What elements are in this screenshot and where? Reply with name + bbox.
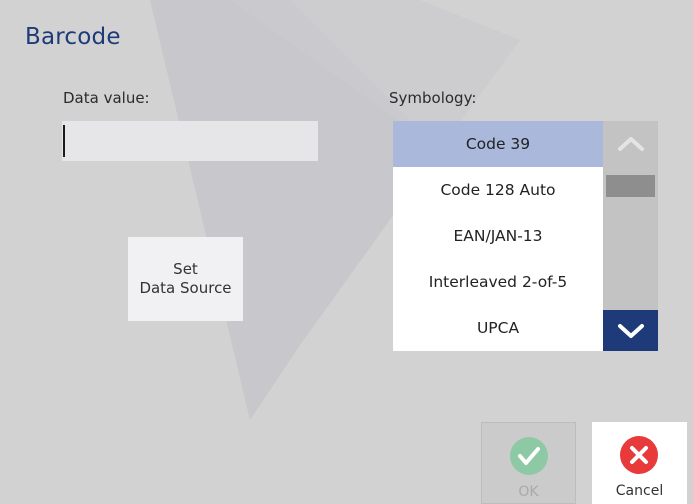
chevron-down-icon: [617, 323, 644, 338]
dialog-title: Barcode: [25, 24, 121, 50]
scroll-up-button[interactable]: [603, 121, 658, 167]
ok-button[interactable]: OK: [481, 422, 576, 504]
symbology-option-interleaved-2-of-5[interactable]: Interleaved 2-of-5: [393, 259, 603, 305]
chevron-up-icon: [617, 137, 644, 151]
set-data-source-line1: Set: [173, 260, 198, 278]
symbology-list[interactable]: Code 39 Code 128 Auto EAN/JAN-13 Interle…: [393, 121, 603, 351]
data-value-label: Data value:: [63, 89, 150, 107]
data-value-input[interactable]: [62, 121, 318, 161]
symbology-option-upca[interactable]: UPCA: [393, 305, 603, 351]
symbology-option-ean-jan-13[interactable]: EAN/JAN-13: [393, 213, 603, 259]
symbology-label: Symbology:: [389, 89, 477, 107]
symbology-option-code-39[interactable]: Code 39: [393, 121, 603, 167]
ok-label: OK: [518, 484, 539, 500]
scroll-thumb[interactable]: [606, 175, 655, 197]
check-icon: [510, 437, 548, 475]
text-caret: [63, 125, 65, 157]
cancel-button[interactable]: Cancel: [592, 422, 687, 504]
close-icon: [620, 436, 658, 474]
symbology-option-code-128-auto[interactable]: Code 128 Auto: [393, 167, 603, 213]
set-data-source-button[interactable]: Set Data Source: [128, 237, 243, 321]
symbology-scrollbar[interactable]: [603, 121, 658, 351]
set-data-source-line2: Data Source: [139, 279, 232, 297]
cancel-label: Cancel: [615, 483, 664, 499]
scroll-down-button[interactable]: [603, 310, 658, 351]
